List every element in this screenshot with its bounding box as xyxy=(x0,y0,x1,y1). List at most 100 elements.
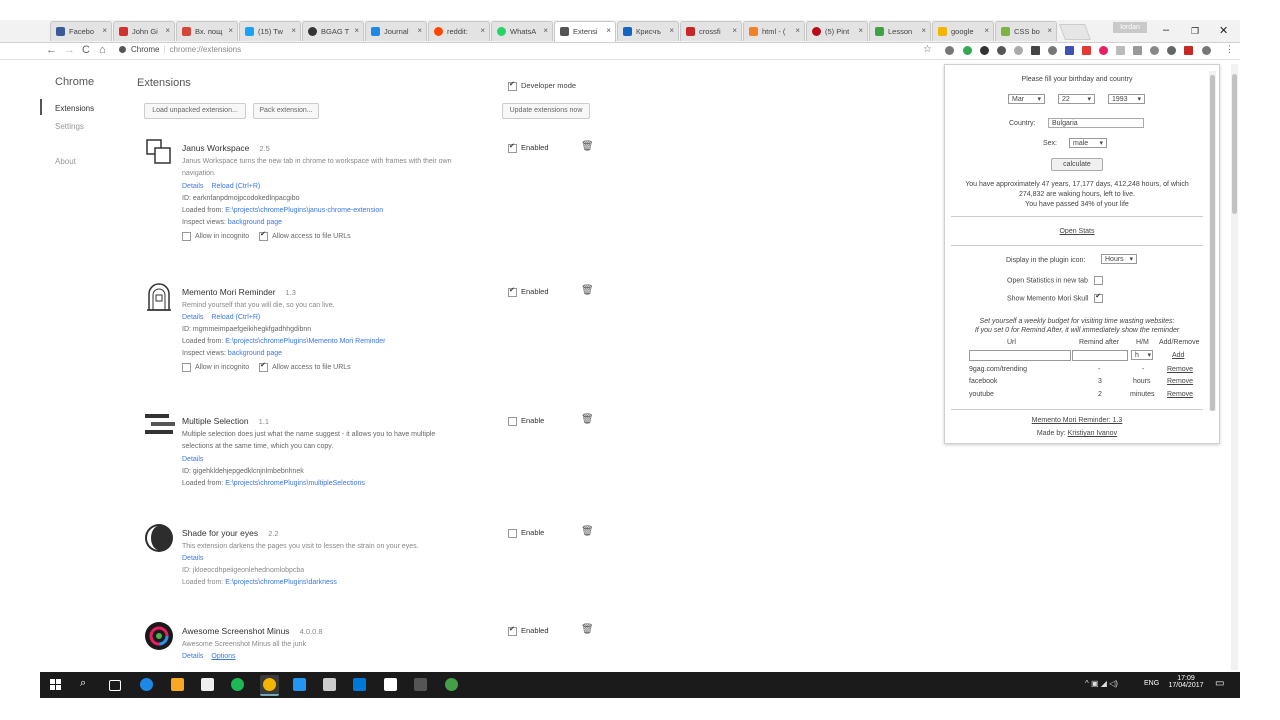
tab-lesson[interactable]: Lesson × xyxy=(869,21,931,41)
open-stats-link[interactable]: Open Stats xyxy=(945,228,1209,235)
extension-icon-2[interactable] xyxy=(963,46,972,55)
tab-gmail[interactable]: Вх. пощ × xyxy=(176,21,238,41)
update-extensions-button[interactable]: Update extensions now xyxy=(502,103,590,119)
tab-john[interactable]: John Gi × xyxy=(113,21,175,41)
extension-icon-3[interactable] xyxy=(980,46,989,55)
tab-stackoverflow[interactable]: html - (× xyxy=(743,21,805,41)
remove-link[interactable]: Remove xyxy=(1167,378,1193,385)
search-icon[interactable]: ⌕ xyxy=(80,677,86,690)
inspect-background-link[interactable]: background page xyxy=(228,219,282,226)
sidebar-item-about[interactable]: About xyxy=(55,157,76,166)
tool-icon[interactable] xyxy=(293,678,306,691)
extension-icon-6[interactable] xyxy=(1031,46,1040,55)
trash-icon[interactable]: 🗑 xyxy=(581,141,594,152)
tab-close-icon[interactable]: × xyxy=(1047,26,1052,35)
terminal-icon[interactable] xyxy=(414,678,427,691)
extension-icon-16[interactable] xyxy=(1202,46,1211,55)
minimize-button[interactable]: – xyxy=(1163,24,1169,36)
tab-close-icon[interactable]: × xyxy=(417,26,422,35)
tab-close-icon[interactable]: × xyxy=(480,26,485,35)
extension-icon-11[interactable] xyxy=(1116,46,1125,55)
reload-button[interactable]: C xyxy=(82,44,90,56)
extension-icon-10[interactable] xyxy=(1099,46,1108,55)
photos-icon[interactable] xyxy=(323,678,336,691)
show-skull-option[interactable]: Show Memento Mori Skull xyxy=(1007,292,1107,303)
tab-close-icon[interactable]: × xyxy=(291,26,296,35)
tab-krischu[interactable]: Крисчъ × xyxy=(617,21,679,41)
tab-close-icon[interactable]: × xyxy=(732,26,737,35)
remove-link[interactable]: Remove xyxy=(1167,366,1193,373)
loaded-from-link[interactable]: E:\projects\chromePlugins\Memento Mori R… xyxy=(225,338,385,345)
author-link[interactable]: Kristiyan Ivanov xyxy=(1068,430,1117,437)
notification-icon[interactable]: ▭ xyxy=(1215,678,1224,689)
extension-icon-8[interactable] xyxy=(1065,46,1074,55)
tab-crossfit[interactable]: crossfi × xyxy=(680,21,742,41)
developer-mode-toggle[interactable]: Developer mode xyxy=(508,80,576,91)
checkbox[interactable] xyxy=(508,80,517,91)
footer-version-link[interactable]: Memento Mori Reminder: 1.3 xyxy=(945,417,1209,424)
tab-facebook[interactable]: Facebo × xyxy=(50,21,112,41)
trash-icon[interactable]: 🗑 xyxy=(581,526,594,537)
popup-scrollbar[interactable] xyxy=(1209,71,1216,411)
loaded-from-link[interactable]: E:\projects\chromePlugins\janus-chrome-e… xyxy=(225,207,383,214)
menu-icon[interactable]: ⋮ xyxy=(1225,44,1234,55)
file-urls-checkbox[interactable]: Allow access to file URLs xyxy=(259,230,351,241)
tab-close-icon[interactable]: × xyxy=(543,26,548,35)
extension-icon-12[interactable] xyxy=(1133,46,1142,55)
edge-icon[interactable] xyxy=(140,678,153,691)
remove-link[interactable]: Remove xyxy=(1167,391,1193,398)
tab-extensions[interactable]: Extensi × xyxy=(554,21,616,42)
close-window-button[interactable]: ✕ xyxy=(1219,24,1228,37)
sex-select[interactable]: male ▾ xyxy=(1069,138,1107,148)
details-link[interactable]: Details xyxy=(182,456,203,463)
reload-link[interactable]: Reload (Ctrl+R) xyxy=(211,314,260,321)
display-select[interactable]: Hours ▾ xyxy=(1101,254,1137,264)
maximize-button[interactable]: ❐ xyxy=(1191,26,1199,37)
loaded-from-link[interactable]: E:\projects\chromePlugins\multipleSelect… xyxy=(225,480,365,487)
open-stats-new-tab-option[interactable]: Open Statistics in new tab xyxy=(1007,276,1107,285)
extension-icon-9[interactable] xyxy=(1082,46,1091,55)
tab-close-icon[interactable]: × xyxy=(858,26,863,35)
enabled-checkbox[interactable]: Enabled xyxy=(508,142,549,153)
sidebar-item-settings[interactable]: Settings xyxy=(55,122,84,131)
remind-after-input[interactable] xyxy=(1072,350,1128,361)
extension-icon-7[interactable] xyxy=(1048,46,1057,55)
inspect-background-link[interactable]: background page xyxy=(228,350,282,357)
spotify-icon[interactable] xyxy=(231,678,244,691)
tab-close-icon[interactable]: × xyxy=(165,26,170,35)
tab-google[interactable]: google × xyxy=(932,21,994,41)
tab-close-icon[interactable]: × xyxy=(354,26,359,35)
enabled-checkbox[interactable]: Enabled xyxy=(508,286,549,297)
page-scrollbar[interactable] xyxy=(1231,64,1238,670)
address-bar[interactable]: Chrome | chrome://extensions xyxy=(113,43,933,59)
tab-close-icon[interactable]: × xyxy=(228,26,233,35)
back-button[interactable]: ← xyxy=(46,44,57,56)
options-link[interactable]: Options xyxy=(211,653,235,660)
trash-icon[interactable]: 🗑 xyxy=(581,285,594,296)
memento-mori-skull-icon[interactable] xyxy=(1184,46,1193,55)
calculate-button[interactable]: calculate xyxy=(1051,158,1103,171)
page-scrollbar-thumb[interactable] xyxy=(1232,74,1237,214)
visual-studio-icon[interactable] xyxy=(384,678,397,691)
hm-select[interactable]: h ▾ xyxy=(1131,350,1153,360)
vscode-icon[interactable] xyxy=(353,678,366,691)
bookmark-star-icon[interactable]: ☆ xyxy=(923,44,932,55)
tab-close-icon[interactable]: × xyxy=(669,26,674,35)
tab-close-icon[interactable]: × xyxy=(984,26,989,35)
chrome-taskbar-icon[interactable] xyxy=(260,675,279,696)
enable-checkbox[interactable]: Enable xyxy=(508,416,544,426)
enable-checkbox[interactable]: Enable xyxy=(508,528,544,538)
details-link[interactable]: Details xyxy=(182,183,203,190)
tab-close-icon[interactable]: × xyxy=(795,26,800,35)
tray-icons[interactable]: ^ ▣ ◢ ◁) xyxy=(1085,679,1118,688)
forward-button[interactable]: → xyxy=(64,44,75,56)
tab-close-icon[interactable]: × xyxy=(606,26,611,35)
new-tab-button[interactable] xyxy=(1059,24,1091,40)
tab-bgag[interactable]: BGAG T × xyxy=(302,21,364,41)
clock[interactable]: 17:09 17/04/2017 xyxy=(1167,675,1205,689)
enabled-checkbox[interactable]: Enabled xyxy=(508,625,549,636)
incognito-checkbox[interactable]: Allow in incognito xyxy=(182,232,249,241)
extension-icon-14[interactable] xyxy=(1167,46,1176,55)
incognito-checkbox[interactable]: Allow in incognito xyxy=(182,363,249,372)
tab-reddit[interactable]: reddit: × xyxy=(428,21,490,41)
